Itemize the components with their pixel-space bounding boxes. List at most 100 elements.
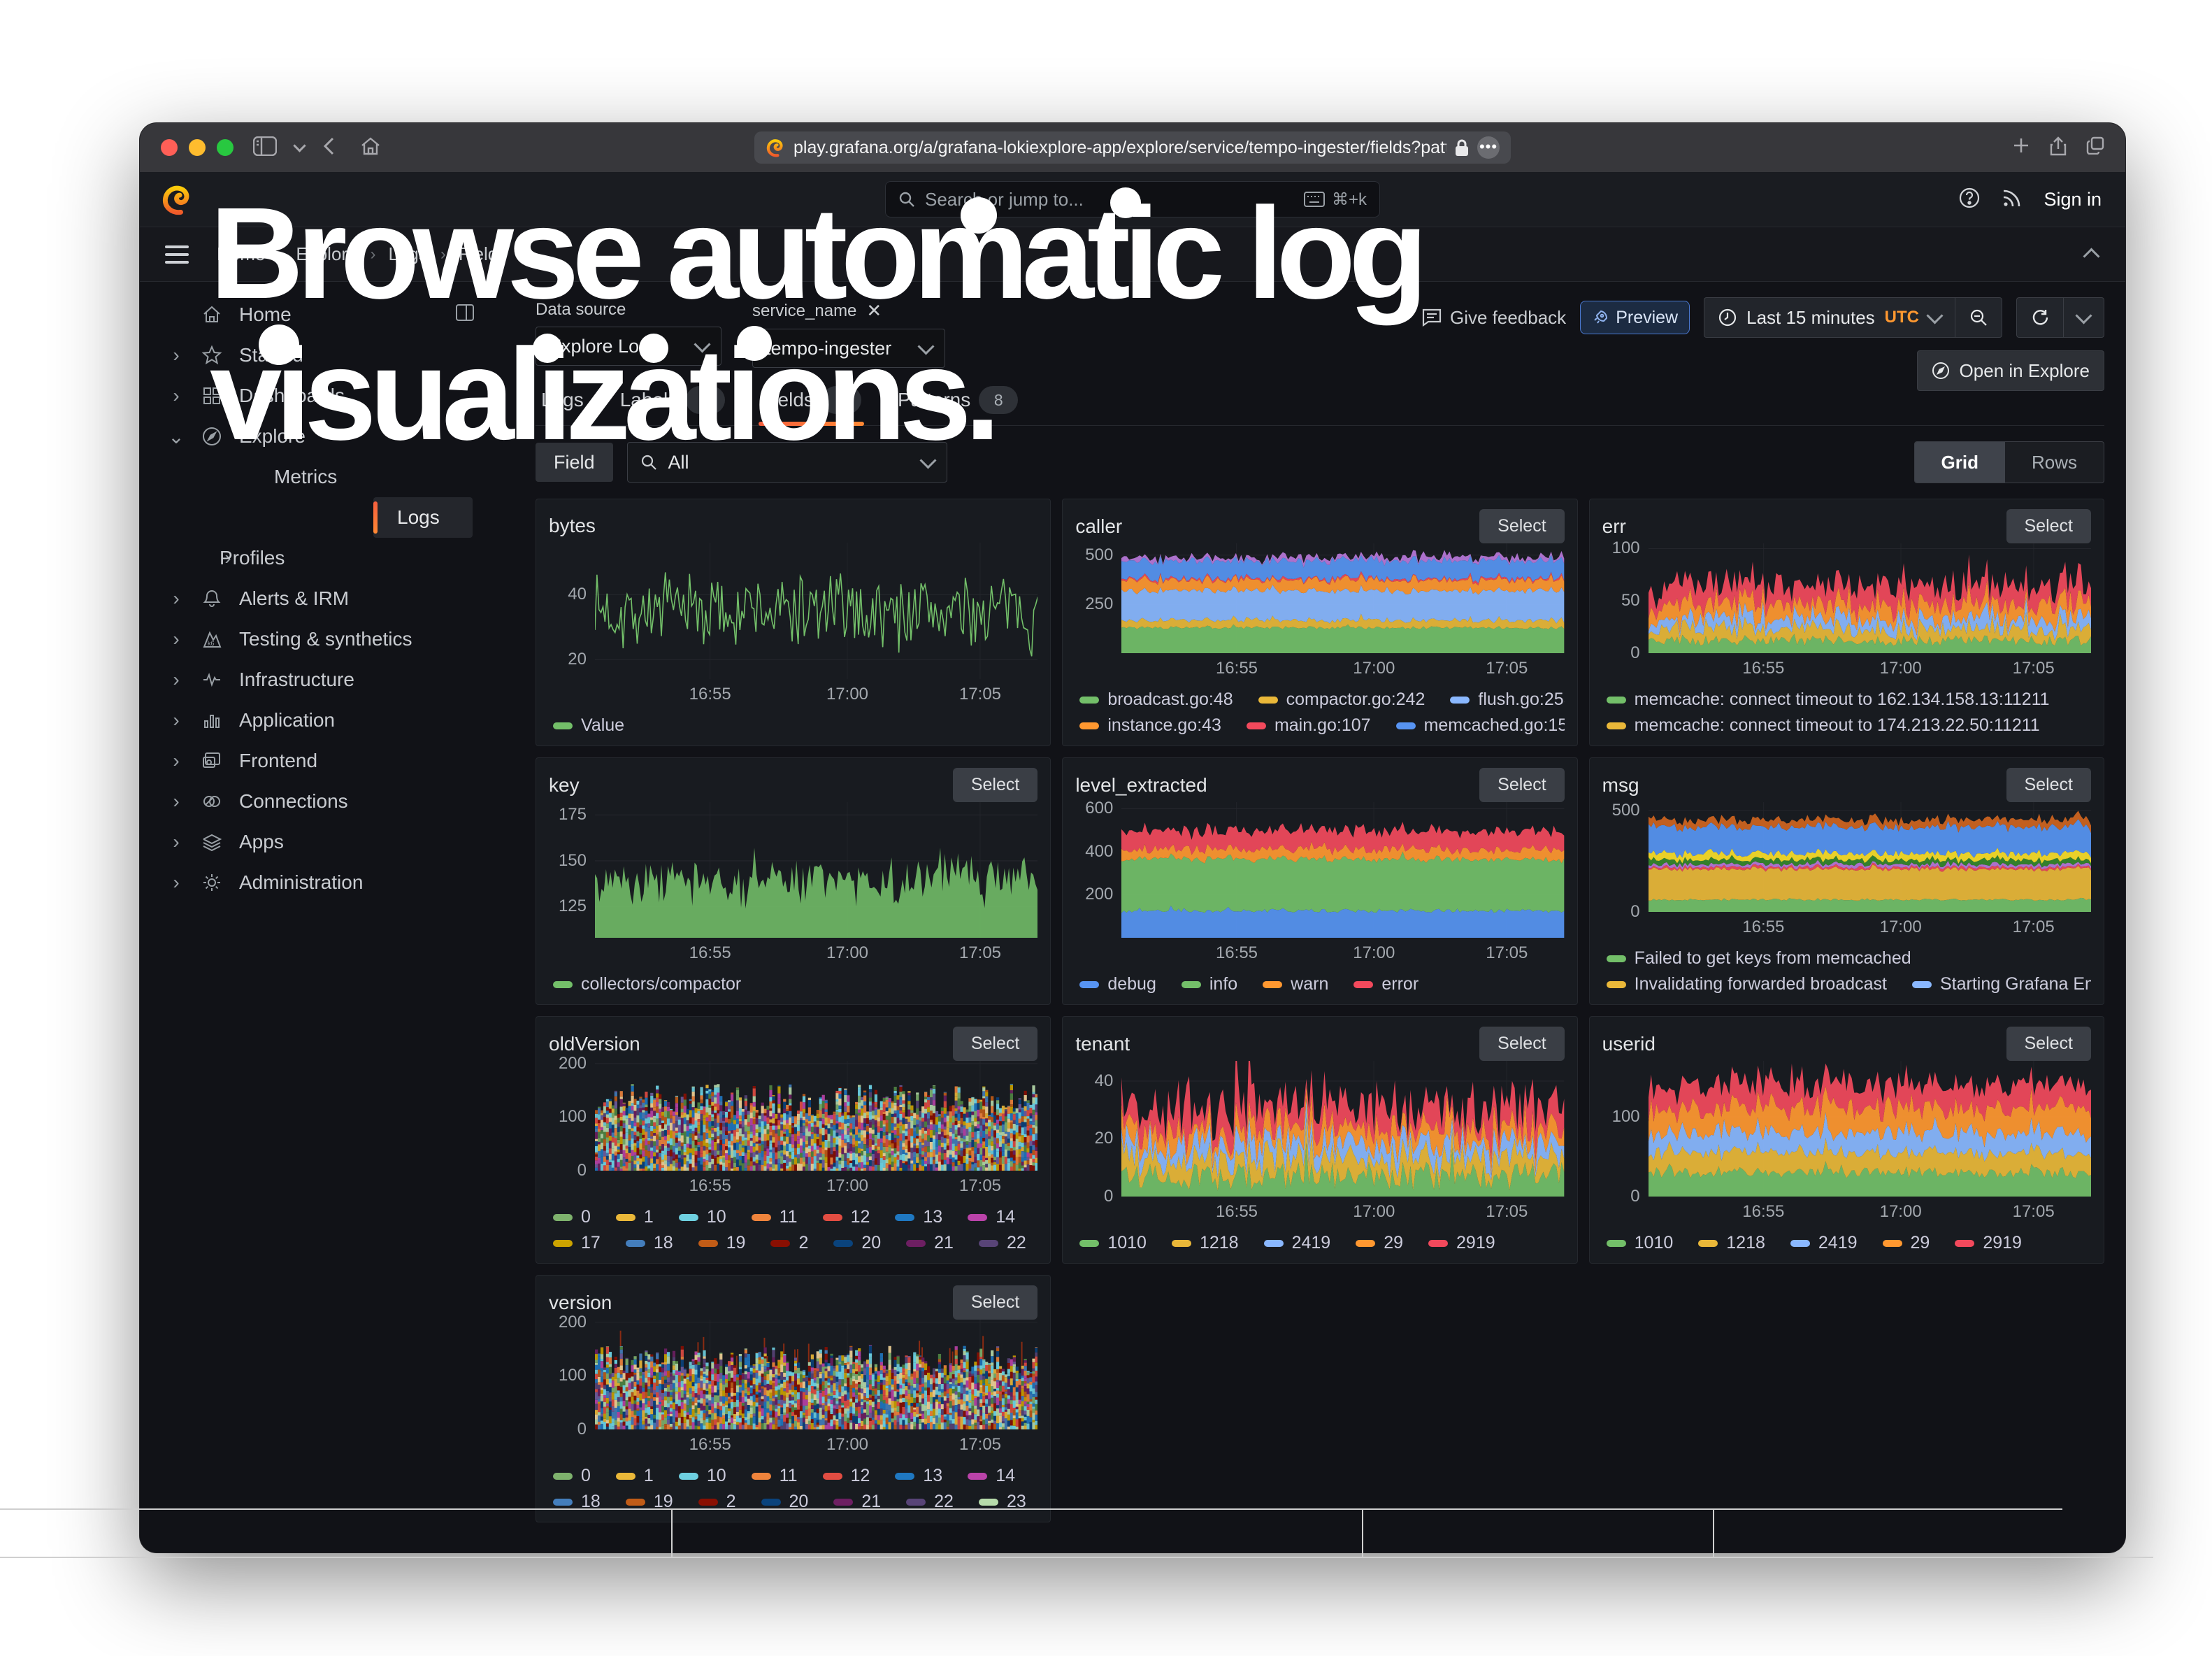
chart-plot[interactable] — [595, 802, 1037, 938]
grafana-logo[interactable] — [161, 183, 193, 216]
legend-item[interactable]: Invalidating forwarded broadcast — [1607, 974, 1887, 994]
legend-item[interactable]: 20 — [833, 1233, 881, 1253]
sidebar-item-profiles[interactable]: ›Profiles — [140, 538, 517, 578]
legend-item[interactable]: 19 — [698, 1233, 746, 1253]
chevron-right-icon[interactable]: › — [161, 385, 192, 407]
home-button[interactable] — [360, 136, 381, 159]
legend-item[interactable]: 1010 — [1607, 1233, 1674, 1253]
legend-item[interactable]: memcache: connect timeout to 162.134.158… — [1607, 690, 2050, 710]
help-icon[interactable] — [1958, 187, 1981, 213]
chevron-right-icon[interactable]: › — [161, 628, 192, 650]
legend-item[interactable]: 13 — [895, 1466, 942, 1486]
legend-item[interactable]: 21 — [906, 1233, 954, 1253]
tabs-overview-icon[interactable] — [2086, 136, 2104, 159]
legend-item[interactable]: 1 — [616, 1466, 654, 1486]
select-button[interactable]: Select — [1479, 768, 1564, 802]
back-button[interactable] — [322, 136, 335, 159]
sign-in-button[interactable]: Sign in — [2044, 189, 2102, 210]
legend-item[interactable]: broadcast.go:48 — [1079, 690, 1233, 710]
chart-plot[interactable] — [595, 543, 1037, 679]
legend-item[interactable]: 2419 — [1264, 1233, 1331, 1253]
sidebar-item-infrastructure[interactable]: ›Infrastructure — [140, 659, 517, 700]
legend-item[interactable]: 2419 — [1790, 1233, 1858, 1253]
chart-plot[interactable] — [1121, 802, 1564, 938]
chevron-right-icon[interactable]: › — [161, 750, 192, 772]
legend-item[interactable]: 22 — [979, 1233, 1026, 1253]
layout-option-rows[interactable]: Rows — [2005, 442, 2104, 483]
select-button[interactable]: Select — [953, 1285, 1037, 1320]
chart-plot[interactable] — [595, 1061, 1037, 1171]
legend-item[interactable]: 12 — [823, 1207, 870, 1227]
legend-item[interactable]: 11 — [752, 1207, 798, 1227]
select-button[interactable]: Select — [1479, 509, 1564, 543]
sidebar-toggle-icon[interactable] — [253, 136, 277, 159]
maximize-window-button[interactable] — [217, 139, 234, 156]
legend-item[interactable]: 1 — [616, 1207, 654, 1227]
news-rss-icon[interactable] — [2002, 187, 2023, 212]
sidebar-item-connections[interactable]: ›Connections — [140, 781, 517, 822]
refresh-button[interactable] — [2016, 297, 2063, 338]
layout-option-grid[interactable]: Grid — [1915, 442, 2005, 483]
legend-item[interactable]: 17 — [553, 1233, 601, 1253]
legend-item[interactable]: 1218 — [1172, 1233, 1239, 1253]
legend-item[interactable]: 2 — [770, 1233, 808, 1253]
select-button[interactable]: Select — [2006, 1027, 2091, 1061]
legend-item[interactable]: 10 — [679, 1207, 726, 1227]
select-button[interactable]: Select — [2006, 509, 2091, 543]
legend-item[interactable]: info — [1182, 974, 1237, 994]
legend-item[interactable]: 0 — [553, 1466, 591, 1486]
chevron-right-icon[interactable]: › — [161, 344, 192, 366]
legend-item[interactable]: 14 — [968, 1466, 1015, 1486]
sidebar-item-logs[interactable]: Logs — [373, 497, 473, 538]
legend-item[interactable]: main.go:107 — [1247, 715, 1371, 736]
close-window-button[interactable] — [161, 139, 178, 156]
give-feedback-link[interactable]: Give feedback — [1422, 307, 1566, 329]
chart-plot[interactable] — [595, 1320, 1037, 1429]
chart-plot[interactable] — [1649, 543, 2091, 653]
chevron-right-icon[interactable]: › — [161, 587, 192, 610]
legend-item[interactable]: collectors/compactor — [553, 974, 741, 994]
select-button[interactable]: Select — [2006, 768, 2091, 802]
legend-item[interactable]: 14 — [968, 1207, 1015, 1227]
open-in-explore-button[interactable]: Open in Explore — [1917, 350, 2104, 391]
new-tab-icon[interactable] — [2012, 136, 2030, 159]
sidebar-item-administration[interactable]: ›Administration — [140, 862, 517, 903]
legend-item[interactable]: debug — [1079, 974, 1156, 994]
url-more-icon[interactable]: ••• — [1477, 136, 1500, 159]
share-icon[interactable] — [2050, 136, 2067, 159]
mega-menu-icon[interactable] — [165, 245, 189, 264]
select-button[interactable]: Select — [953, 768, 1037, 802]
chevron-right-icon[interactable]: › — [161, 709, 192, 731]
legend-item[interactable]: memcached.go:153 — [1396, 715, 1565, 736]
legend-item[interactable]: compactor.go:242 — [1258, 690, 1425, 710]
chart-plot[interactable] — [1121, 543, 1564, 653]
legend-item[interactable]: Starting Grafana Enterpri — [1912, 974, 2091, 994]
legend-item[interactable]: flush.go:253 — [1450, 690, 1564, 710]
legend-item[interactable]: 2919 — [1955, 1233, 2022, 1253]
chart-plot[interactable] — [1649, 1061, 2091, 1197]
chart-plot[interactable] — [1121, 1061, 1564, 1197]
legend-item[interactable]: 11 — [752, 1466, 798, 1486]
legend-item[interactable]: 2919 — [1428, 1233, 1495, 1253]
sidebar-item-testing-synthetics[interactable]: ›k6Testing & synthetics — [140, 619, 517, 659]
sidebar-item-frontend[interactable]: ›Frontend — [140, 741, 517, 781]
sidebar-item-alerts-irm[interactable]: ›Alerts & IRM — [140, 578, 517, 619]
sidebar-item-application[interactable]: ›Application — [140, 700, 517, 741]
legend-item[interactable]: instance.go:43 — [1079, 715, 1221, 736]
legend-item[interactable]: Value — [553, 715, 624, 736]
legend-item[interactable]: 18 — [626, 1233, 673, 1253]
chevron-down-icon[interactable] — [293, 139, 306, 152]
legend-item[interactable]: 0 — [553, 1207, 591, 1227]
sidebar-item-apps[interactable]: ›Apps — [140, 822, 517, 862]
legend-item[interactable]: Failed to get keys from memcached — [1607, 948, 1911, 969]
chevron-right-icon[interactable]: › — [161, 669, 192, 691]
refresh-interval-button[interactable] — [2063, 297, 2104, 338]
legend-item[interactable]: 29 — [1883, 1233, 1930, 1253]
time-range-button[interactable]: Last 15 minutes UTC — [1704, 297, 1955, 338]
collapse-chevron-icon[interactable] — [2083, 248, 2099, 264]
select-button[interactable]: Select — [953, 1027, 1037, 1061]
chevron-right-icon[interactable]: › — [161, 790, 192, 813]
minimize-window-button[interactable] — [189, 139, 206, 156]
chevron-right-icon[interactable]: › — [161, 831, 192, 853]
legend-item[interactable]: memcache: connect timeout to 174.213.22.… — [1607, 715, 2040, 736]
